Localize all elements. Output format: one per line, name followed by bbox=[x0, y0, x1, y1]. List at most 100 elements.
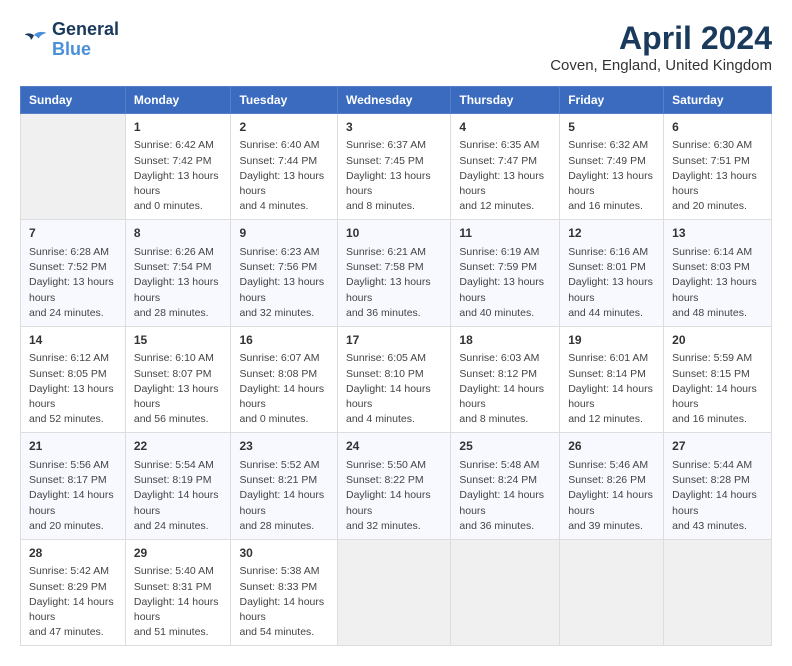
calendar-table: SundayMondayTuesdayWednesdayThursdayFrid… bbox=[20, 86, 772, 646]
daylight-minutes: and 8 minutes. bbox=[459, 413, 528, 425]
calendar-cell: 21 Sunrise: 5:56 AM Sunset: 8:17 PM Dayl… bbox=[21, 433, 126, 539]
daylight-text: Daylight: 14 hours hours bbox=[29, 596, 114, 623]
sunrise-text: Sunrise: 6:01 AM bbox=[568, 352, 648, 364]
day-number: 16 bbox=[239, 332, 329, 349]
sunrise-text: Sunrise: 5:44 AM bbox=[672, 459, 752, 471]
logo-general: General bbox=[52, 20, 119, 40]
daylight-text: Daylight: 13 hours hours bbox=[239, 276, 324, 303]
calendar-cell: 24 Sunrise: 5:50 AM Sunset: 8:22 PM Dayl… bbox=[338, 433, 451, 539]
calendar-cell: 29 Sunrise: 5:40 AM Sunset: 8:31 PM Dayl… bbox=[125, 539, 231, 645]
sunrise-text: Sunrise: 6:37 AM bbox=[346, 139, 426, 151]
daylight-text: Daylight: 13 hours hours bbox=[459, 170, 544, 197]
calendar-week-row: 1 Sunrise: 6:42 AM Sunset: 7:42 PM Dayli… bbox=[21, 114, 772, 220]
day-number: 5 bbox=[568, 119, 655, 136]
calendar-week-row: 28 Sunrise: 5:42 AM Sunset: 8:29 PM Dayl… bbox=[21, 539, 772, 645]
sunrise-text: Sunrise: 6:28 AM bbox=[29, 246, 109, 258]
daylight-minutes: and 4 minutes. bbox=[346, 413, 415, 425]
day-info: Sunrise: 6:12 AM Sunset: 8:05 PM Dayligh… bbox=[29, 351, 117, 427]
calendar-cell bbox=[560, 539, 664, 645]
calendar-cell: 27 Sunrise: 5:44 AM Sunset: 8:28 PM Dayl… bbox=[664, 433, 772, 539]
daylight-minutes: and 40 minutes. bbox=[459, 307, 534, 319]
calendar-cell: 10 Sunrise: 6:21 AM Sunset: 7:58 PM Dayl… bbox=[338, 220, 451, 326]
day-number: 2 bbox=[239, 119, 329, 136]
day-number: 3 bbox=[346, 119, 442, 136]
day-info: Sunrise: 5:59 AM Sunset: 8:15 PM Dayligh… bbox=[672, 351, 763, 427]
day-number: 1 bbox=[134, 119, 223, 136]
daylight-text: Daylight: 14 hours hours bbox=[346, 489, 431, 516]
day-number: 23 bbox=[239, 438, 329, 455]
daylight-text: Daylight: 13 hours hours bbox=[568, 276, 653, 303]
daylight-text: Daylight: 13 hours hours bbox=[29, 276, 114, 303]
daylight-minutes: and 56 minutes. bbox=[134, 413, 209, 425]
sunrise-text: Sunrise: 6:14 AM bbox=[672, 246, 752, 258]
day-number: 8 bbox=[134, 225, 223, 242]
day-info: Sunrise: 6:37 AM Sunset: 7:45 PM Dayligh… bbox=[346, 138, 442, 214]
daylight-text: Daylight: 13 hours hours bbox=[134, 383, 219, 410]
day-number: 28 bbox=[29, 545, 117, 562]
daylight-minutes: and 48 minutes. bbox=[672, 307, 747, 319]
day-number: 11 bbox=[459, 225, 551, 242]
calendar-cell: 7 Sunrise: 6:28 AM Sunset: 7:52 PM Dayli… bbox=[21, 220, 126, 326]
calendar-cell: 9 Sunrise: 6:23 AM Sunset: 7:56 PM Dayli… bbox=[231, 220, 338, 326]
sunset-text: Sunset: 8:05 PM bbox=[29, 368, 107, 380]
calendar-cell: 1 Sunrise: 6:42 AM Sunset: 7:42 PM Dayli… bbox=[125, 114, 231, 220]
day-number: 26 bbox=[568, 438, 655, 455]
daylight-minutes: and 52 minutes. bbox=[29, 413, 104, 425]
sunset-text: Sunset: 7:42 PM bbox=[134, 155, 212, 167]
sunset-text: Sunset: 7:58 PM bbox=[346, 261, 424, 273]
day-info: Sunrise: 5:38 AM Sunset: 8:33 PM Dayligh… bbox=[239, 564, 329, 640]
daylight-text: Daylight: 13 hours hours bbox=[672, 170, 757, 197]
sunset-text: Sunset: 8:19 PM bbox=[134, 474, 212, 486]
day-number: 19 bbox=[568, 332, 655, 349]
weekday-header: Friday bbox=[560, 87, 664, 114]
sunrise-text: Sunrise: 6:03 AM bbox=[459, 352, 539, 364]
daylight-minutes: and 16 minutes. bbox=[672, 413, 747, 425]
sunset-text: Sunset: 8:24 PM bbox=[459, 474, 537, 486]
sunset-text: Sunset: 7:51 PM bbox=[672, 155, 750, 167]
day-info: Sunrise: 6:16 AM Sunset: 8:01 PM Dayligh… bbox=[568, 245, 655, 321]
daylight-minutes: and 20 minutes. bbox=[29, 520, 104, 532]
weekday-header: Thursday bbox=[451, 87, 560, 114]
calendar-cell: 6 Sunrise: 6:30 AM Sunset: 7:51 PM Dayli… bbox=[664, 114, 772, 220]
calendar-cell bbox=[338, 539, 451, 645]
daylight-minutes: and 36 minutes. bbox=[459, 520, 534, 532]
day-number: 4 bbox=[459, 119, 551, 136]
day-info: Sunrise: 6:30 AM Sunset: 7:51 PM Dayligh… bbox=[672, 138, 763, 214]
daylight-minutes: and 51 minutes. bbox=[134, 626, 209, 638]
day-number: 21 bbox=[29, 438, 117, 455]
day-info: Sunrise: 5:54 AM Sunset: 8:19 PM Dayligh… bbox=[134, 458, 223, 534]
sunrise-text: Sunrise: 6:21 AM bbox=[346, 246, 426, 258]
sunrise-text: Sunrise: 5:50 AM bbox=[346, 459, 426, 471]
daylight-minutes: and 28 minutes. bbox=[239, 520, 314, 532]
weekday-header: Wednesday bbox=[338, 87, 451, 114]
daylight-text: Daylight: 14 hours hours bbox=[134, 489, 219, 516]
calendar-week-row: 21 Sunrise: 5:56 AM Sunset: 8:17 PM Dayl… bbox=[21, 433, 772, 539]
day-info: Sunrise: 6:28 AM Sunset: 7:52 PM Dayligh… bbox=[29, 245, 117, 321]
day-info: Sunrise: 6:32 AM Sunset: 7:49 PM Dayligh… bbox=[568, 138, 655, 214]
daylight-text: Daylight: 14 hours hours bbox=[239, 489, 324, 516]
day-number: 15 bbox=[134, 332, 223, 349]
daylight-minutes: and 47 minutes. bbox=[29, 626, 104, 638]
calendar-cell: 13 Sunrise: 6:14 AM Sunset: 8:03 PM Dayl… bbox=[664, 220, 772, 326]
day-info: Sunrise: 6:07 AM Sunset: 8:08 PM Dayligh… bbox=[239, 351, 329, 427]
sunrise-text: Sunrise: 6:16 AM bbox=[568, 246, 648, 258]
sunset-text: Sunset: 7:59 PM bbox=[459, 261, 537, 273]
day-info: Sunrise: 5:46 AM Sunset: 8:26 PM Dayligh… bbox=[568, 458, 655, 534]
day-info: Sunrise: 6:35 AM Sunset: 7:47 PM Dayligh… bbox=[459, 138, 551, 214]
calendar-cell: 30 Sunrise: 5:38 AM Sunset: 8:33 PM Dayl… bbox=[231, 539, 338, 645]
daylight-minutes: and 24 minutes. bbox=[29, 307, 104, 319]
day-info: Sunrise: 6:26 AM Sunset: 7:54 PM Dayligh… bbox=[134, 245, 223, 321]
calendar-cell: 3 Sunrise: 6:37 AM Sunset: 7:45 PM Dayli… bbox=[338, 114, 451, 220]
logo-blue: Blue bbox=[52, 40, 119, 60]
day-number: 22 bbox=[134, 438, 223, 455]
daylight-minutes: and 0 minutes. bbox=[239, 413, 308, 425]
daylight-text: Daylight: 14 hours hours bbox=[29, 489, 114, 516]
daylight-text: Daylight: 14 hours hours bbox=[459, 383, 544, 410]
calendar-cell: 18 Sunrise: 6:03 AM Sunset: 8:12 PM Dayl… bbox=[451, 326, 560, 432]
weekday-header: Sunday bbox=[21, 87, 126, 114]
calendar-cell: 2 Sunrise: 6:40 AM Sunset: 7:44 PM Dayli… bbox=[231, 114, 338, 220]
day-info: Sunrise: 6:03 AM Sunset: 8:12 PM Dayligh… bbox=[459, 351, 551, 427]
calendar-cell: 26 Sunrise: 5:46 AM Sunset: 8:26 PM Dayl… bbox=[560, 433, 664, 539]
calendar-cell bbox=[21, 114, 126, 220]
daylight-text: Daylight: 14 hours hours bbox=[239, 596, 324, 623]
